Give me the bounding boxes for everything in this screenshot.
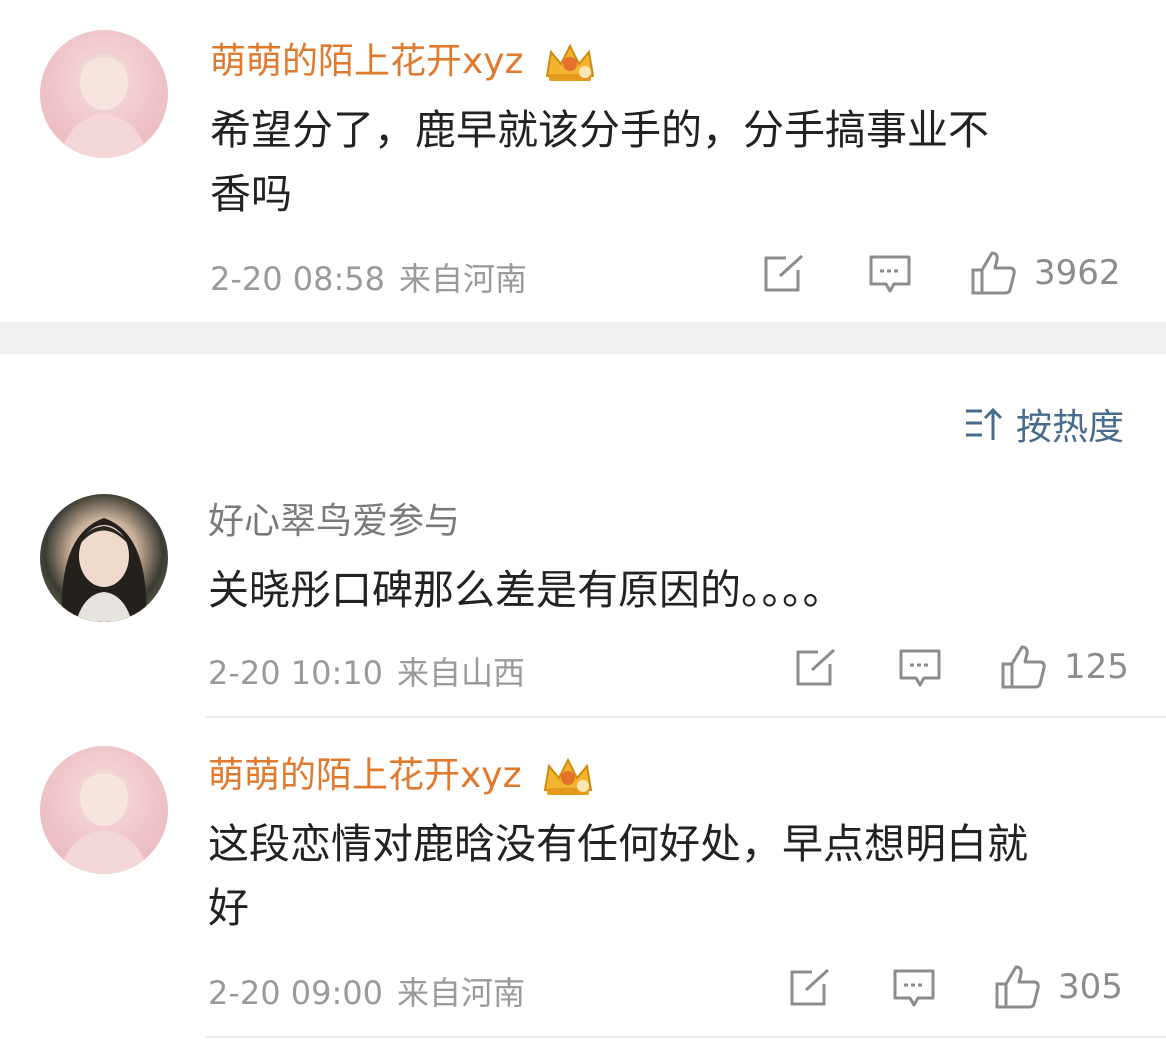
comment-meta: 2-20 09:00 来自河南	[208, 968, 525, 1014]
location: 来自山西	[397, 654, 526, 692]
comment-text-line: 这段恋情对鹿晗没有任何好处，早点想明白就	[208, 820, 1028, 868]
username-text[interactable]: 萌萌的陌上花开xyz	[210, 41, 524, 82]
sort-icon	[965, 407, 1003, 440]
username-text[interactable]: 萌萌的陌上花开xyz	[208, 755, 522, 796]
comment-text: 关晓彤口碑那么差是有原因的。。。。	[208, 558, 1108, 622]
thumbs-up-icon	[995, 965, 1040, 1009]
share-icon	[790, 968, 830, 1006]
sort-toggle[interactable]: 按热度	[964, 398, 1124, 450]
comment-meta: 2-20 10:10 来自山西	[208, 648, 525, 694]
comment-text: 希望分了，鹿早就该分手的，分手搞事业不 香吗	[210, 98, 1110, 226]
share-icon	[796, 648, 836, 686]
thumbs-up-icon	[971, 251, 1016, 295]
comment-icon	[899, 649, 941, 687]
crown-badge-icon	[543, 757, 593, 795]
comment-text-line: 关晓彤口碑那么差是有原因的。。。。	[208, 566, 844, 614]
reply-button[interactable]	[898, 648, 942, 690]
like-button[interactable]: 125	[1000, 644, 1129, 690]
like-button[interactable]: 3962	[970, 250, 1121, 296]
share-icon	[764, 254, 804, 292]
comment-text-line: 好	[208, 884, 249, 932]
location: 来自河南	[397, 974, 526, 1012]
location: 来自河南	[399, 260, 528, 298]
share-button[interactable]	[762, 254, 806, 294]
timestamp: 2-20 09:00	[208, 974, 384, 1012]
share-button[interactable]	[788, 968, 832, 1008]
username[interactable]: 好心翠鸟爱参与	[208, 500, 460, 544]
section-divider	[0, 322, 1166, 354]
timestamp: 2-20 10:10	[208, 654, 384, 692]
share-button[interactable]	[794, 648, 838, 688]
avatar[interactable]	[40, 494, 168, 622]
comment-item: 萌萌的陌上花开xyz 这段恋情对鹿晗没有任何好处，早点想明白就 好 2-20 0…	[0, 718, 1166, 1040]
comment-icon	[893, 969, 935, 1007]
reply-button[interactable]	[868, 254, 912, 296]
comment-item: 好心翠鸟爱参与 关晓彤口碑那么差是有原因的。。。。 2-20 10:10 来自山西…	[0, 470, 1166, 716]
comment-text-line: 香吗	[210, 170, 292, 218]
like-button[interactable]: 305	[994, 964, 1123, 1010]
username-text[interactable]: 好心翠鸟爱参与	[208, 501, 460, 542]
comment-icon	[869, 255, 911, 293]
timestamp: 2-20 08:58	[210, 260, 386, 298]
avatar[interactable]	[40, 746, 168, 874]
avatar[interactable]	[40, 30, 168, 158]
crown-badge-icon	[545, 43, 595, 81]
comment-text-line: 希望分了，鹿早就该分手的，分手搞事业不	[210, 106, 989, 154]
sort-label[interactable]: 按热度	[1016, 398, 1124, 450]
comment-text: 这段恋情对鹿晗没有任何好处，早点想明白就 好	[208, 812, 1138, 940]
username[interactable]: 萌萌的陌上花开xyz	[210, 40, 597, 84]
row-divider	[206, 1036, 1166, 1038]
thumbs-up-icon	[1001, 645, 1046, 689]
comment-item: 萌萌的陌上花开xyz 希望分了，鹿早就该分手的，分手搞事业不 香吗 2-20 0…	[0, 0, 1166, 322]
like-count: 3962	[1034, 253, 1121, 293]
comment-meta: 2-20 08:58 来自河南	[210, 254, 527, 300]
reply-button[interactable]	[892, 968, 936, 1010]
like-count: 125	[1064, 647, 1129, 687]
like-count: 305	[1058, 967, 1123, 1007]
username[interactable]: 萌萌的陌上花开xyz	[208, 754, 595, 798]
